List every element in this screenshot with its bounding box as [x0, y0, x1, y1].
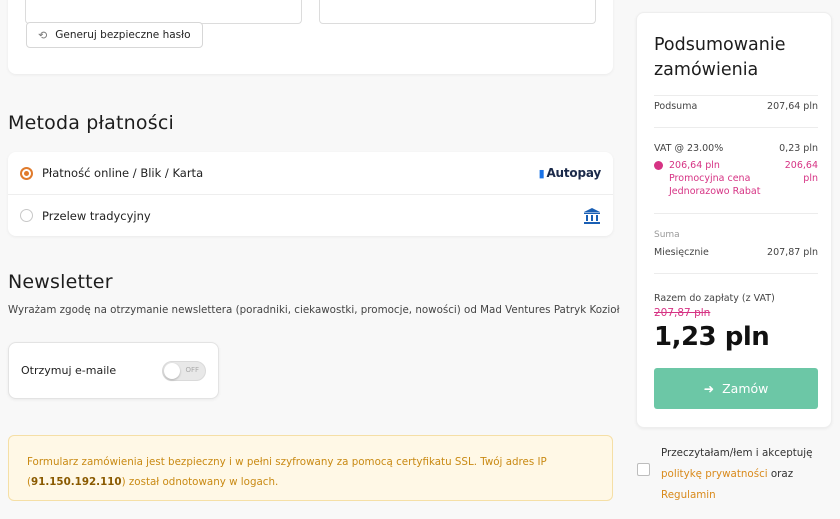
monthly-row: Miesięcznie 207,87 pln — [654, 247, 818, 258]
autopay-mark-icon: ▮ — [538, 167, 545, 180]
order-button-label: Zamów — [722, 381, 769, 396]
consent-text: Przeczytałam/łem i akceptuję — [661, 447, 813, 459]
summary-title: Podsumowanie zamówienia — [654, 35, 786, 80]
ssl-notice-text-end: ) został odnotowany w logach. — [121, 476, 279, 488]
promo-price: 206,64 pln — [669, 160, 720, 171]
promo-badge-icon — [654, 161, 663, 170]
password-input[interactable] — [25, 0, 302, 24]
password-card: ⟲ Generuj bezpieczne hasło — [8, 0, 613, 74]
amount-due-label: Razem do zapłaty (z VAT) — [654, 293, 775, 304]
toggle-knob — [164, 362, 180, 379]
payment-option-transfer[interactable]: Przelew tradycyjny — [8, 194, 613, 236]
autopay-logo: ▮ Autopay — [538, 152, 602, 194]
payment-options: Płatność online / Blik / Karta ▮ Autopay … — [8, 152, 613, 236]
terms-checkbox[interactable] — [637, 463, 650, 476]
arrow-right-icon: ➜ — [703, 381, 715, 396]
order-button[interactable]: ➜ Zamów — [654, 368, 818, 409]
privacy-policy-link[interactable]: politykę prywatności — [661, 468, 768, 480]
final-price: 1,23 pln — [654, 322, 770, 352]
payment-radio-online[interactable] — [20, 166, 33, 180]
divider — [654, 273, 818, 274]
payment-option-label: Przelew tradycyjny — [42, 208, 151, 223]
autopay-logo-text: Autopay — [546, 166, 601, 180]
monthly-value: 207,87 pln — [767, 247, 818, 258]
payment-option-online[interactable]: Płatność online / Blik / Karta ▮ Autopay — [8, 152, 613, 194]
ip-address: 91.150.192.110 — [31, 476, 122, 488]
subtotal-value: 207,64 pln — [767, 101, 818, 112]
divider — [654, 127, 818, 128]
subtotal-label: Podsuma — [654, 101, 698, 112]
generate-password-label: Generuj bezpieczne hasło — [55, 29, 191, 41]
password-confirm-input[interactable] — [319, 0, 596, 24]
consent-text-and: oraz — [767, 468, 794, 480]
newsletter-toggle-card: Otrzymuj e-maile OFF — [8, 342, 219, 399]
newsletter-toggle[interactable]: OFF — [162, 360, 206, 381]
monthly-label: Miesięcznie — [654, 247, 709, 258]
subtotal-row: Podsuma 207,64 pln — [654, 101, 818, 112]
newsletter-toggle-label: Otrzymuj e-maile — [21, 364, 117, 377]
vat-value: 0,23 pln — [779, 143, 818, 154]
vat-label: VAT @ 23.00% — [654, 143, 724, 154]
old-price: 207,87 pln — [654, 307, 711, 319]
generate-password-button[interactable]: ⟲ Generuj bezpieczne hasło — [26, 22, 203, 48]
toggle-state-text: OFF — [185, 365, 199, 374]
bank-icon — [583, 195, 601, 237]
total-section-label: Suma — [654, 230, 680, 240]
promo-name: Promocyjna cena Jednorazowo Rabat — [669, 173, 761, 197]
vat-row: VAT @ 23.00% 0,23 pln — [654, 143, 818, 154]
divider — [654, 213, 818, 214]
newsletter-description: Wyrażam zgodę na otrzymanie newslettera … — [8, 304, 620, 316]
payment-method-title: Metoda płatności — [8, 112, 174, 134]
order-summary: Podsumowanie zamówienia Podsuma 207,64 p… — [636, 12, 832, 428]
newsletter-title: Newsletter — [8, 271, 113, 293]
terms-link[interactable]: Regulamin — [661, 489, 716, 501]
payment-option-label: Płatność online / Blik / Karta — [42, 166, 204, 180]
ssl-notice: Formularz zamówienia jest bezpieczny i w… — [8, 435, 613, 501]
payment-radio-transfer[interactable] — [20, 209, 33, 222]
promo-value: 206,64 pln — [784, 160, 818, 184]
divider — [654, 95, 818, 96]
refresh-icon: ⟲ — [38, 28, 48, 42]
